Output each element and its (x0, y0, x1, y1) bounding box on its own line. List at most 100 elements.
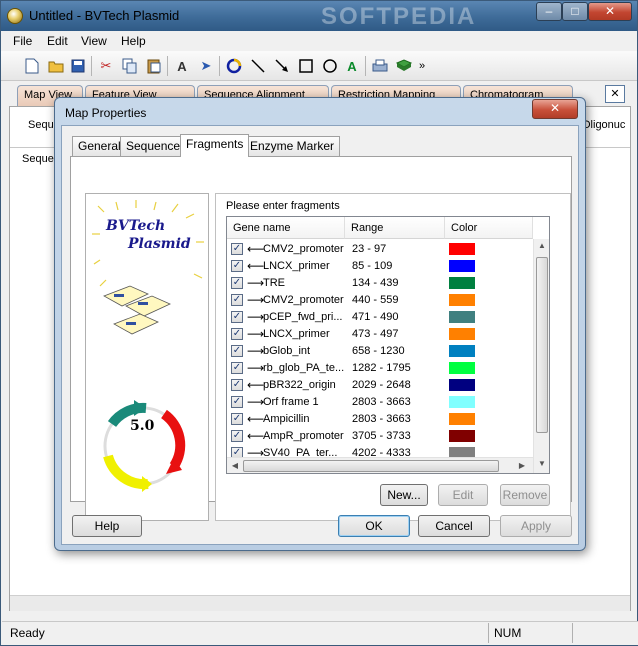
text-tool-icon[interactable]: A (343, 57, 361, 75)
copy-icon[interactable] (121, 57, 139, 75)
fragment-row[interactable]: ✓ ⟶ Orf frame 1 2803 - 3663 (227, 394, 531, 411)
print-icon[interactable] (371, 57, 389, 75)
window-title: Untitled - BVTech Plasmid (29, 8, 180, 23)
fragment-row[interactable]: ✓ ⟶ LNCX_primer 473 - 497 (227, 326, 531, 343)
arrow-left-icon: ⟵ (247, 242, 265, 256)
scroll-right-icon[interactable]: ▶ (517, 461, 527, 470)
app-icon (7, 8, 23, 24)
column-header-gene-name[interactable]: Gene name (227, 217, 345, 239)
arrow-right-icon: ⟶ (247, 395, 265, 409)
menu-edit[interactable]: Edit (47, 34, 68, 48)
fragment-color-swatch (449, 447, 475, 457)
fragment-color-swatch (449, 243, 475, 255)
fragment-name: bGlob_int (263, 345, 311, 357)
new-file-icon[interactable] (23, 57, 41, 75)
fragment-row[interactable]: ✓ ⟵ pBR322_origin 2029 - 2648 (227, 377, 531, 394)
list-horizontal-scrollbar[interactable]: ◀ ▶ (227, 457, 533, 473)
close-tab-icon[interactable]: ✕ (605, 85, 625, 103)
ellipse-tool-icon[interactable] (321, 57, 339, 75)
fragment-checkbox[interactable]: ✓ (231, 413, 243, 425)
fragment-checkbox[interactable]: ✓ (231, 277, 243, 289)
close-button[interactable]: ✕ (588, 2, 632, 21)
fragment-row[interactable]: ✓ ⟶ TRE 134 - 439 (227, 275, 531, 292)
fragment-row[interactable]: ✓ ⟵ LNCX_primer 85 - 109 (227, 258, 531, 275)
fragment-name: AmpR_promoter (263, 430, 344, 442)
fragment-name: SV40_PA_ter... (263, 447, 338, 457)
fragment-row[interactable]: ✓ ⟵ CMV2_promoter 23 - 97 (227, 241, 531, 258)
fragment-row[interactable]: ✓ ⟵ AmpR_promoter 3705 - 3733 (227, 428, 531, 445)
fragment-checkbox[interactable]: ✓ (231, 243, 243, 255)
tab-general[interactable]: General (72, 136, 127, 156)
menu-view[interactable]: View (81, 34, 107, 48)
arrow-right-icon: ⟶ (247, 293, 265, 307)
fragments-list[interactable]: Gene name Range Color ✓ ⟵ CMV2_promoter 23 … (226, 216, 550, 474)
fragment-row[interactable]: ✓ ⟶ SV40_PA_ter... 4202 - 4333 (227, 445, 531, 457)
more-icon[interactable]: » (413, 57, 431, 75)
edit-fragment-button[interactable]: Edit (438, 484, 488, 506)
save-icon[interactable] (69, 57, 87, 75)
scroll-down-icon[interactable]: ▼ (536, 459, 548, 468)
arrow-tool-icon[interactable] (273, 57, 291, 75)
circle-map-icon[interactable] (225, 57, 243, 75)
open-folder-icon[interactable] (47, 57, 65, 75)
workarea-scrollbar[interactable] (10, 595, 630, 611)
toolbar-separator (167, 56, 168, 76)
fragment-row[interactable]: ✓ ⟶ rb_glob_PA_te... 1282 - 1795 (227, 360, 531, 377)
fragment-row[interactable]: ✓ ⟶ bGlob_int 658 - 1230 (227, 343, 531, 360)
select-arrow-icon[interactable]: ➤ (197, 57, 215, 75)
rectangle-tool-icon[interactable] (297, 57, 315, 75)
fragment-checkbox[interactable]: ✓ (231, 396, 243, 408)
apply-button[interactable]: Apply (500, 515, 572, 537)
arrow-right-icon: ⟶ (247, 327, 265, 341)
new-fragment-button[interactable]: New... (380, 484, 428, 506)
fragment-checkbox[interactable]: ✓ (231, 294, 243, 306)
scroll-left-icon[interactable]: ◀ (230, 461, 240, 470)
fragment-checkbox[interactable]: ✓ (231, 260, 243, 272)
tab-enzyme-marker[interactable]: Enzyme Marker (244, 136, 341, 156)
column-header-range[interactable]: Range (345, 217, 445, 239)
dialog-close-button[interactable]: ✕ (532, 99, 578, 119)
tab-fragments[interactable]: Fragments (180, 134, 250, 157)
fragment-color-swatch (449, 345, 475, 357)
help-button[interactable]: Help (72, 515, 142, 537)
list-vertical-scrollbar[interactable]: ▲ ▼ (533, 239, 549, 473)
fragment-name: Ampicillin (263, 413, 310, 425)
remove-fragment-button[interactable]: Remove (500, 484, 550, 506)
fragment-range: 1282 - 1795 (352, 362, 411, 374)
scroll-thumb[interactable] (536, 257, 548, 433)
cut-icon[interactable]: ✂ (97, 57, 115, 75)
logo-panel: BVTech Plasmid 5.0 (85, 193, 209, 521)
tab-sequence[interactable]: Sequence (120, 136, 187, 156)
fragment-checkbox[interactable]: ✓ (231, 362, 243, 374)
fragment-checkbox[interactable]: ✓ (231, 379, 243, 391)
menu-help[interactable]: Help (121, 34, 146, 48)
fragment-color-swatch (449, 260, 475, 272)
cancel-button[interactable]: Cancel (418, 515, 490, 537)
find-icon[interactable]: A (173, 57, 191, 75)
fragment-checkbox[interactable]: ✓ (231, 447, 243, 457)
book-icon[interactable] (395, 57, 413, 75)
minimize-button[interactable]: – (536, 2, 562, 21)
main-window: Untitled - BVTech Plasmid SOFTPEDIA – □ … (0, 0, 638, 646)
fragment-checkbox[interactable]: ✓ (231, 328, 243, 340)
column-header-color[interactable]: Color (445, 217, 533, 239)
fragment-checkbox[interactable]: ✓ (231, 311, 243, 323)
arrow-right-icon: ⟶ (247, 276, 265, 290)
fragment-name: CMV2_promoter (263, 294, 344, 306)
fragment-row[interactable]: ✓ ⟶ pCEP_fwd_pri... 471 - 490 (227, 309, 531, 326)
paste-icon[interactable] (145, 57, 163, 75)
fragment-range: 2803 - 3663 (352, 396, 411, 408)
toolbar-separator (91, 56, 92, 76)
ok-button[interactable]: OK (338, 515, 410, 537)
fragment-checkbox[interactable]: ✓ (231, 345, 243, 357)
fragment-checkbox[interactable]: ✓ (231, 430, 243, 442)
maximize-button[interactable]: □ (562, 2, 588, 21)
title-bar: Untitled - BVTech Plasmid SOFTPEDIA – □ … (1, 1, 637, 31)
fragment-row[interactable]: ✓ ⟵ Ampicillin 2803 - 3663 (227, 411, 531, 428)
fragment-row[interactable]: ✓ ⟶ CMV2_promoter 440 - 559 (227, 292, 531, 309)
fragment-name: TRE (263, 277, 285, 289)
menu-file[interactable]: File (13, 34, 32, 48)
line-tool-icon[interactable] (249, 57, 267, 75)
horizontal-scroll-thumb[interactable] (243, 460, 499, 472)
scroll-up-icon[interactable]: ▲ (536, 241, 548, 250)
